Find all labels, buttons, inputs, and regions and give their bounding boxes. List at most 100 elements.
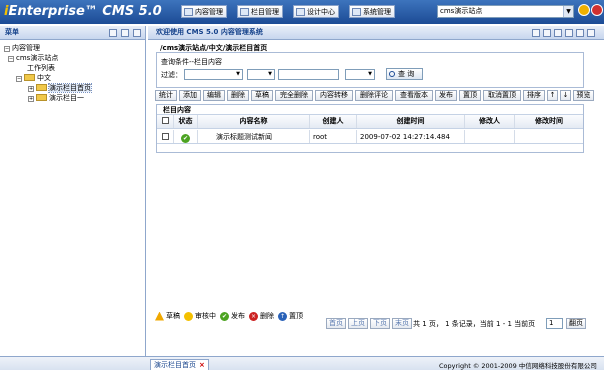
tree-collapse-icon[interactable]: − — [8, 56, 14, 62]
menu-column[interactable]: 栏目管理 — [237, 5, 283, 18]
chevron-down-icon: ▼ — [563, 6, 573, 17]
publish-icon: ✔ — [220, 311, 229, 321]
column-icon — [240, 7, 249, 16]
btn-add[interactable]: 添加 — [179, 90, 201, 101]
forward-icon[interactable] — [543, 29, 551, 37]
last-page-button[interactable]: 末页 — [392, 318, 412, 329]
status-bar: 演示栏目首页 × Copyright © 2001-2009 中信网络科技股份有限… — [0, 356, 604, 370]
row-name[interactable]: 演示标题测试新闻 — [198, 130, 310, 143]
btn-down[interactable]: ↓ — [560, 90, 571, 101]
btn-stats[interactable]: 统计 — [155, 90, 177, 101]
published-status-icon: ✔ — [174, 130, 198, 143]
sidebar: 菜单 − 内容管理 − cms演示站点 工作列表 − 中文 + 演示栏目首页 + 演示栏目… — [0, 26, 146, 370]
design-icon — [296, 7, 305, 16]
tree-worklist[interactable]: 工作列表 — [0, 63, 145, 73]
back-icon[interactable] — [532, 29, 540, 37]
help-icon[interactable] — [578, 4, 590, 16]
menu-content[interactable]: 内容管理 — [181, 5, 227, 18]
draft-icon — [155, 311, 164, 321]
tree-site[interactable]: − cms演示站点 — [0, 53, 145, 63]
btn-delete[interactable]: 删除 — [227, 90, 249, 101]
menu-system[interactable]: 系统管理 — [349, 5, 395, 18]
filter-select-1[interactable]: ▼ — [184, 69, 243, 80]
col-name[interactable]: 内容名称 — [198, 115, 310, 128]
collapse-icon[interactable] — [133, 29, 141, 37]
btn-move[interactable]: 内容转移 — [315, 90, 353, 101]
content-grid: 栏目内容 状态 内容名称 创建人 创建时间 修改人 修改时间 ✔ 演示标题测试新… — [156, 104, 584, 153]
copyright: Copyright © 2001-2009 中信网络科技股份有限公司 — [439, 362, 597, 370]
first-page-button[interactable]: 首页 — [326, 318, 346, 329]
grid-icon[interactable] — [576, 29, 584, 37]
search-icon — [389, 71, 395, 77]
go-page-button[interactable]: 翻页 — [566, 318, 586, 329]
refresh-icon[interactable] — [554, 29, 562, 37]
btn-versions[interactable]: 查看版本 — [395, 90, 433, 101]
tab-home[interactable]: 演示栏目首页 × — [150, 359, 209, 370]
grid-header: 状态 内容名称 创建人 创建时间 修改人 修改时间 — [157, 115, 583, 129]
btn-pin[interactable]: 置顶 — [459, 90, 481, 101]
btn-sort[interactable]: 排序 — [523, 90, 545, 101]
search-button[interactable]: 查 询 — [386, 68, 423, 80]
sidebar-title: 菜单 — [5, 28, 19, 36]
tree-expand-icon[interactable]: + — [28, 86, 34, 92]
tree-collapse-icon[interactable]: − — [16, 76, 22, 82]
btn-publish[interactable]: 发布 — [435, 90, 457, 101]
settings-icon[interactable] — [121, 29, 129, 37]
folder-icon — [36, 84, 47, 91]
menu-design[interactable]: 设计中心 — [293, 5, 339, 18]
exit-icon[interactable] — [591, 4, 603, 16]
page-title: 欢迎使用 CMS 5.0 内容管理系统 — [156, 28, 263, 36]
prev-page-button[interactable]: 上页 — [348, 318, 368, 329]
col-creator[interactable]: 创建人 — [310, 115, 357, 128]
tree-root[interactable]: − 内容管理 — [0, 43, 145, 53]
nav-tree: − 内容管理 − cms演示站点 工作列表 − 中文 + 演示栏目首页 + 演示栏目一 — [0, 40, 145, 103]
col-modifier[interactable]: 修改人 — [465, 115, 515, 128]
query-title: 查询条件--栏目内容 — [161, 58, 223, 66]
filter-select-2[interactable]: ▼ — [247, 69, 275, 80]
table-row[interactable]: ✔ 演示标题测试新闻 root 2009-07-02 14:27:14.484 — [157, 130, 583, 144]
sidebar-header: 菜单 — [0, 26, 145, 40]
page-input[interactable]: 1 — [546, 318, 563, 329]
col-created[interactable]: 创建时间 — [357, 115, 465, 128]
query-panel: 查询条件--栏目内容 过滤： ▼ ▼ ▼ 查 询 — [156, 52, 584, 88]
btn-edit[interactable]: 编辑 — [203, 90, 225, 101]
filter-input[interactable] — [278, 69, 339, 80]
pager-info: 共 1 页， 1 条记录，当前 1 - 1 当前页 — [413, 320, 536, 328]
row-modifier — [465, 130, 515, 143]
print-icon[interactable] — [565, 29, 573, 37]
maximize-icon[interactable] — [587, 29, 595, 37]
status-legend: 草稿 审核中 ✔ 发布 × 删除 ↑ 置顶 — [151, 310, 303, 322]
chevron-down-icon: ▼ — [236, 71, 240, 77]
content-icon — [184, 7, 193, 16]
chevron-down-icon: ▼ — [268, 71, 272, 77]
btn-up[interactable]: ↑ — [547, 90, 558, 101]
main-header: 欢迎使用 CMS 5.0 内容管理系统 — [148, 26, 604, 40]
tree-item-one[interactable]: + 演示栏目一 — [0, 93, 145, 103]
col-status[interactable]: 状态 — [174, 115, 198, 128]
row-modified — [515, 130, 583, 143]
top-icon: ↑ — [278, 311, 287, 321]
refresh-icon[interactable] — [109, 29, 117, 37]
folder-icon — [36, 94, 47, 101]
close-icon[interactable]: × — [199, 361, 205, 369]
chevron-down-icon: ▼ — [368, 71, 372, 77]
btn-del-comments[interactable]: 删除评论 — [355, 90, 393, 101]
tree-lang[interactable]: − 中文 — [0, 73, 145, 83]
btn-unpin[interactable]: 取消置顶 — [483, 90, 521, 101]
tree-expand-icon[interactable]: + — [28, 96, 34, 102]
tree-collapse-icon[interactable]: − — [4, 46, 10, 52]
btn-draft[interactable]: 草稿 — [251, 90, 273, 101]
next-page-button[interactable]: 下页 — [370, 318, 390, 329]
filter-select-3[interactable]: ▼ — [345, 69, 375, 80]
row-checkbox[interactable] — [157, 130, 174, 143]
tree-item-home[interactable]: + 演示栏目首页 — [0, 83, 145, 93]
delete-icon: × — [249, 311, 258, 321]
grid-title: 栏目内容 — [157, 105, 583, 115]
main-panel: 欢迎使用 CMS 5.0 内容管理系统 /cms演示站点/中文/演示栏目首页 查… — [148, 26, 604, 356]
col-modified[interactable]: 修改时间 — [515, 115, 583, 128]
btn-purge[interactable]: 完全删除 — [275, 90, 313, 101]
select-all-checkbox[interactable] — [157, 115, 174, 128]
site-select[interactable]: cms演示站点 ▼ — [437, 5, 574, 18]
row-creator: root — [310, 130, 357, 143]
btn-preview[interactable]: 预览 — [573, 90, 594, 101]
